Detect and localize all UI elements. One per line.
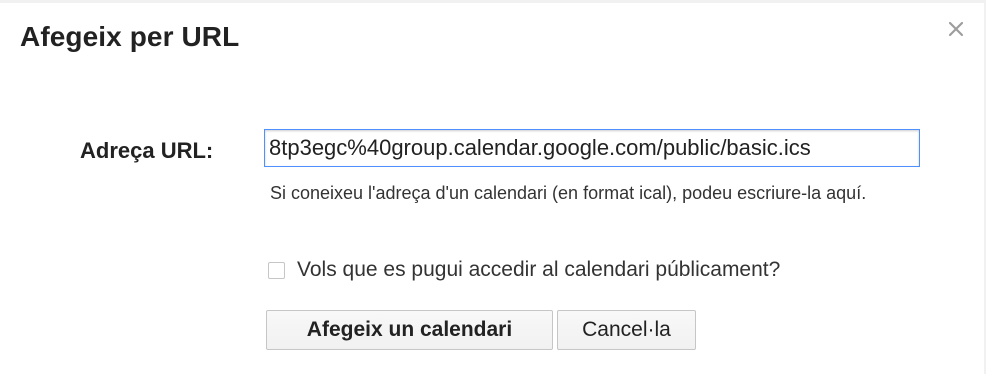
url-hint: Si coneixeu l'adreça d'un calendari (en … [270,183,867,203]
dialog-buttons: Afegeix un calendari Cancel·la [266,310,696,350]
url-label: Adreça URL: [80,138,214,163]
add-calendar-button[interactable]: Afegeix un calendari [266,310,553,350]
add-by-url-dialog: Afegeix per URL Adreça URL: Si coneixeu … [0,0,986,374]
url-input[interactable] [264,129,920,167]
close-icon[interactable] [944,17,968,41]
public-access-label[interactable]: Vols que es pugui accedir al calendari p… [297,258,780,282]
public-access-checkbox[interactable] [268,261,285,279]
cancel-button[interactable]: Cancel·la [557,310,696,350]
dialog-title: Afegeix per URL [20,21,240,52]
public-access-row: Vols que es pugui accedir al calendari p… [268,258,780,282]
